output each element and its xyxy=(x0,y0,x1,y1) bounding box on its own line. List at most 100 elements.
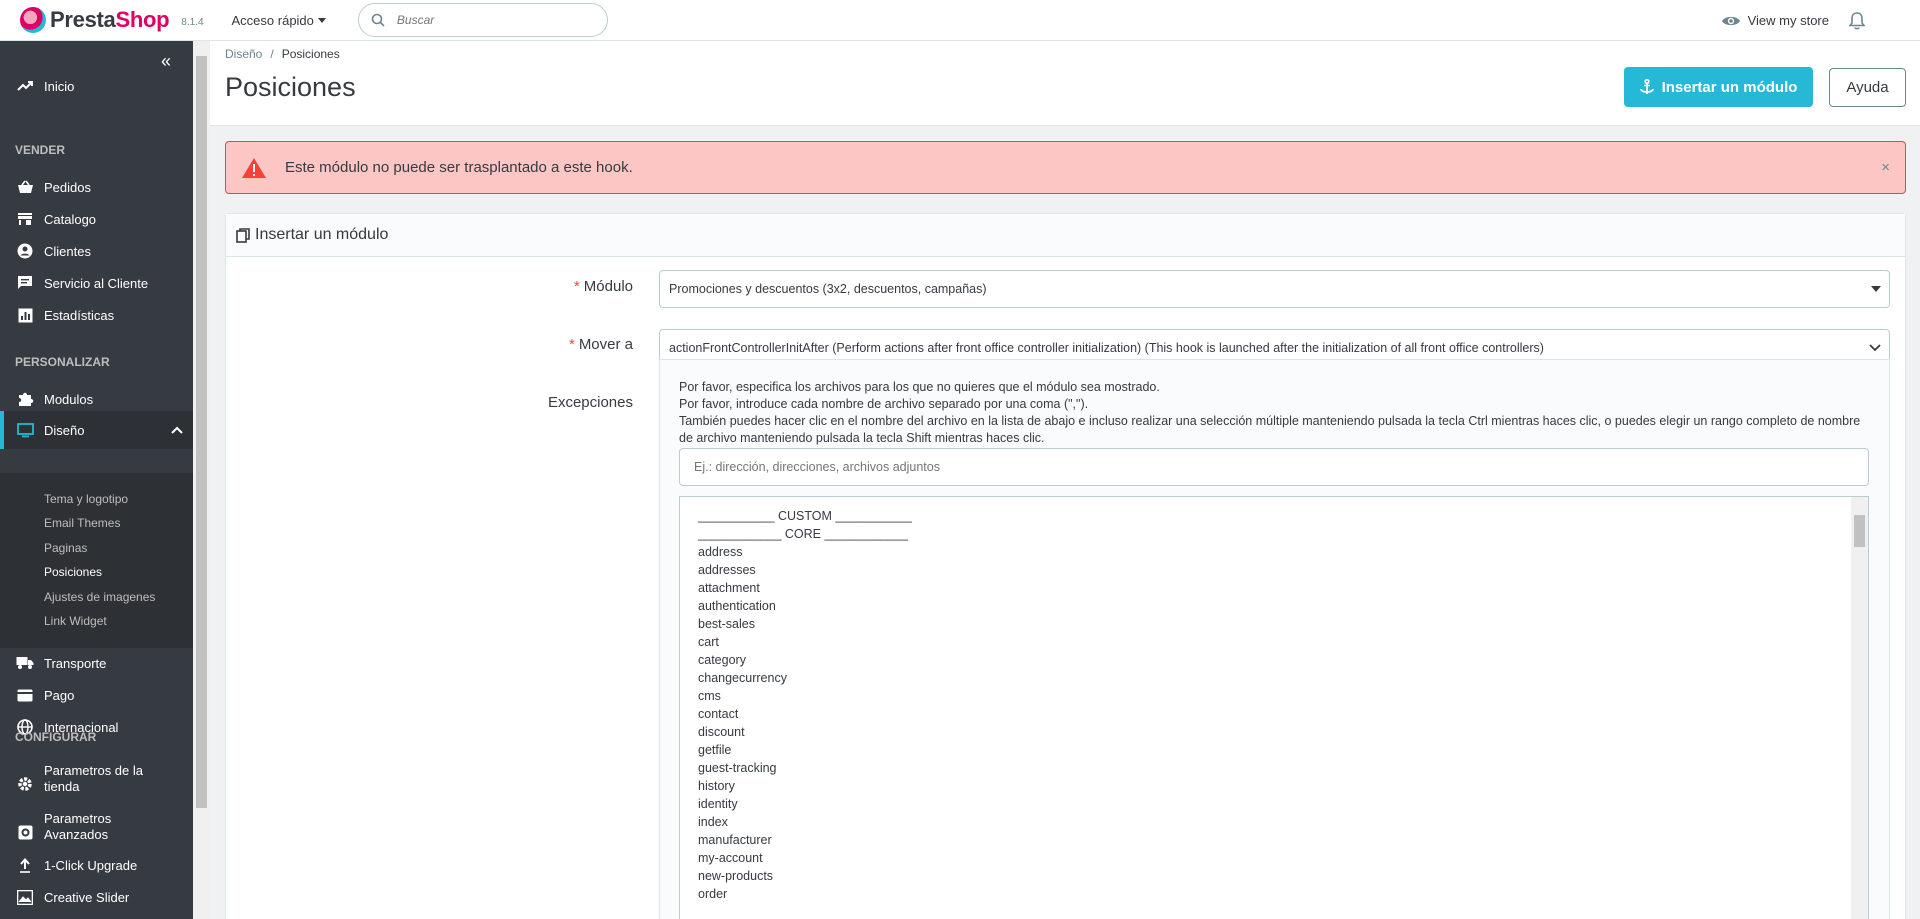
list-item[interactable]: index xyxy=(698,813,1868,831)
submenu-email-themes[interactable]: Email Themes xyxy=(44,516,120,530)
exceptions-help-text: Por favor, especifica los archivos para … xyxy=(679,379,1869,447)
view-store-link[interactable]: View my store xyxy=(1721,13,1829,28)
breadcrumb-parent[interactable]: Diseño xyxy=(225,47,262,61)
list-item[interactable]: getfile xyxy=(698,741,1868,759)
diseno-submenu: Tema y logotipo Email Themes Paginas Pos… xyxy=(0,473,193,648)
hook-select-value: actionFrontControllerInitAfter (Perform … xyxy=(669,341,1544,355)
submenu-tema-logotipo[interactable]: Tema y logotipo xyxy=(44,492,128,506)
list-item[interactable]: guest-tracking xyxy=(698,759,1868,777)
sidebar-item-label: Catalogo xyxy=(44,211,97,227)
scrollbar-thumb[interactable] xyxy=(1854,515,1865,547)
sidebar-item-label: Estadísticas xyxy=(44,307,115,323)
file-list: ___________ CUSTOM ___________ _________… xyxy=(680,497,1868,903)
list-item[interactable]: address xyxy=(698,543,1868,561)
sidebar-item-catalogo[interactable]: Catalogo xyxy=(0,207,193,231)
sidebar-item-estadisticas[interactable]: Estadísticas xyxy=(0,303,193,327)
truck-icon xyxy=(16,657,34,669)
page-title: Posiciones xyxy=(225,72,356,102)
insert-module-button[interactable]: Insertar un módulo xyxy=(1624,67,1813,107)
help-line-3: También puedes hacer clic en el nombre d… xyxy=(679,414,1861,445)
module-select[interactable]: Promociones y descuentos (3x2, descuento… xyxy=(659,270,1890,308)
upload-icon xyxy=(20,857,30,873)
sidebar-item-label-line1: Parametros xyxy=(44,811,112,826)
anchor-icon xyxy=(1639,79,1654,94)
list-item[interactable]: category xyxy=(698,651,1868,669)
search-box[interactable] xyxy=(357,3,608,37)
desktop-icon xyxy=(16,422,34,437)
sidebar-scrollbar[interactable] xyxy=(193,41,210,919)
sidebar-item-label: Pago xyxy=(44,687,75,703)
sidebar-item-pago[interactable]: Pago xyxy=(0,683,193,707)
breadcrumb-separator: / xyxy=(270,47,274,61)
quick-access-dropdown[interactable]: Acceso rápido xyxy=(232,13,326,28)
help-line-2: Por favor, introduce cada nombre de arch… xyxy=(679,397,1089,411)
section-personalizar: PERSONALIZAR xyxy=(15,355,110,369)
sidebar-item-pedidos[interactable]: Pedidos xyxy=(0,175,193,199)
prestashop-logo[interactable]: PrestaShop 8.1.4 xyxy=(20,0,204,41)
warning-icon xyxy=(242,157,266,178)
list-item[interactable]: cms xyxy=(698,687,1868,705)
breadcrumb: Diseño / Posiciones xyxy=(225,47,340,61)
module-select-value: Promociones y descuentos (3x2, descuento… xyxy=(669,282,987,296)
submenu-ajustes-imagenes[interactable]: Ajustes de imagenes xyxy=(44,590,155,604)
bell-icon[interactable] xyxy=(1849,11,1865,30)
credit-card-icon xyxy=(17,689,33,701)
list-item[interactable]: authentication xyxy=(698,597,1868,615)
collapse-sidebar-icon[interactable]: « xyxy=(161,51,171,72)
submenu-link-widget[interactable]: Link Widget xyxy=(44,614,107,628)
list-scrollbar[interactable] xyxy=(1851,497,1868,919)
view-store-label: View my store xyxy=(1747,13,1829,28)
submenu-posiciones[interactable]: Posiciones xyxy=(44,565,102,579)
sidebar-item-creative-slider[interactable]: Creative Slider xyxy=(0,885,193,909)
exceptions-file-list[interactable]: ___________ CUSTOM ___________ _________… xyxy=(679,496,1869,919)
submenu-paginas[interactable]: Paginas xyxy=(44,541,87,555)
list-item[interactable]: new-products xyxy=(698,867,1868,885)
chart-icon xyxy=(18,308,32,322)
list-item[interactable]: my-account xyxy=(698,849,1868,867)
sidebar-item-parametros-avanzados[interactable]: Parametros Avanzados xyxy=(0,809,193,845)
search-input[interactable] xyxy=(396,13,577,27)
scrollbar-thumb[interactable] xyxy=(196,56,207,808)
list-item[interactable]: ____________ CORE ____________ xyxy=(698,525,1868,543)
list-item[interactable]: cart xyxy=(698,633,1868,651)
list-item[interactable]: order xyxy=(698,885,1868,903)
sidebar-item-label-line2: tienda xyxy=(44,779,80,794)
sidebar-item-diseno[interactable]: Diseño xyxy=(0,411,193,449)
list-item[interactable]: history xyxy=(698,777,1868,795)
exceptions-box: Por favor, especifica los archivos para … xyxy=(659,359,1890,919)
sidebar-item-clientes[interactable]: Clientes xyxy=(0,239,193,263)
sidebar-item-label: Modulos xyxy=(44,391,94,407)
sidebar-item-servicio[interactable]: Servicio al Cliente xyxy=(0,271,193,295)
list-item[interactable]: attachment xyxy=(698,579,1868,597)
list-item[interactable]: discount xyxy=(698,723,1868,741)
sidebar-item-inicio[interactable]: Inicio xyxy=(0,74,193,98)
list-item[interactable]: changecurrency xyxy=(698,669,1868,687)
sidebar-item-upgrade[interactable]: 1-Click Upgrade xyxy=(0,853,193,877)
exceptions-input[interactable] xyxy=(679,448,1869,486)
page-header: Diseño / Posiciones Posiciones Insertar un… xyxy=(210,41,1920,126)
list-item[interactable]: identity xyxy=(698,795,1868,813)
help-button[interactable]: Ayuda xyxy=(1829,68,1906,107)
chevron-down-icon xyxy=(1869,344,1881,352)
sidebar-item-transporte[interactable]: Transporte xyxy=(0,651,193,675)
caret-down-icon xyxy=(317,17,326,23)
alert-message: Este módulo no puede ser trasplantado a … xyxy=(285,159,633,176)
section-vender: VENDER xyxy=(15,143,66,157)
list-item[interactable]: ___________ CUSTOM ___________ xyxy=(698,507,1868,525)
list-item[interactable]: best-sales xyxy=(698,615,1868,633)
puzzle-icon xyxy=(18,392,33,406)
list-item[interactable]: addresses xyxy=(698,561,1868,579)
quick-access-label: Acceso rápido xyxy=(231,12,314,28)
sidebar-item-modulos[interactable]: Modulos xyxy=(0,387,193,411)
breadcrumb-current: Posiciones xyxy=(281,47,340,61)
section-configurar: CONFIGURAR xyxy=(15,730,97,744)
caret-down-icon xyxy=(1871,286,1881,292)
list-item[interactable]: contact xyxy=(698,705,1868,723)
eye-icon xyxy=(1721,16,1740,25)
sidebar-item-parametros-tienda[interactable]: Parametros de la tienda xyxy=(0,761,193,797)
exceptions-label: Excepciones xyxy=(547,394,633,411)
list-item[interactable]: manufacturer xyxy=(698,831,1868,849)
sidebar-item-label: Transporte xyxy=(44,655,107,671)
error-alert: Este módulo no puede ser trasplantado a … xyxy=(225,141,1906,194)
close-icon[interactable]: × xyxy=(1881,159,1890,176)
